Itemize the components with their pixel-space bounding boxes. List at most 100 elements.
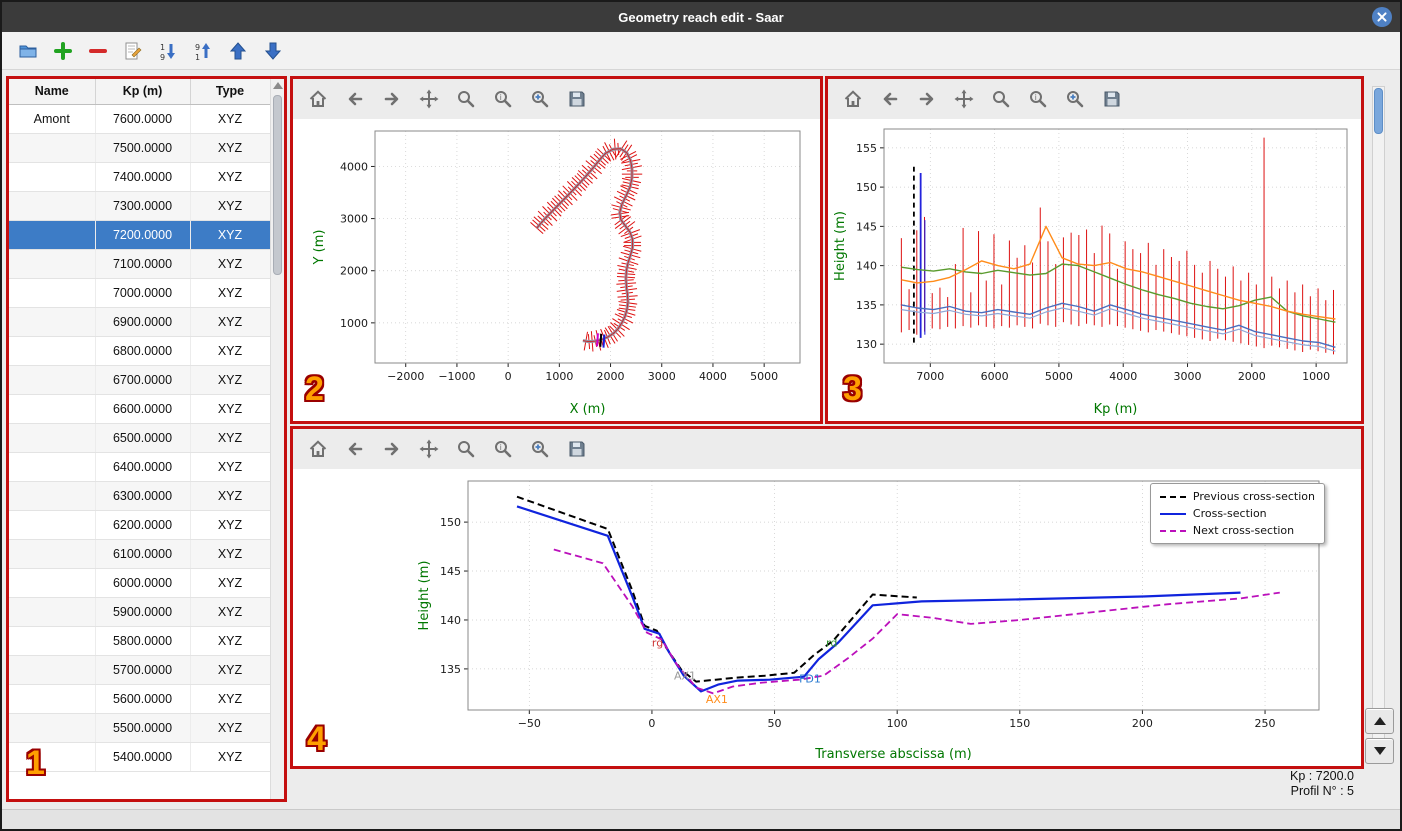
home-button[interactable]	[305, 436, 331, 462]
table-row[interactable]: 5600.0000 XYZ	[9, 684, 271, 714]
table-row[interactable]: 5800.0000 XYZ	[9, 626, 271, 656]
table-scrollbar-thumb[interactable]	[273, 95, 282, 275]
table-row[interactable]: Amont 7600.0000 XYZ	[9, 104, 271, 134]
table-row[interactable]: 7000.0000 XYZ	[9, 278, 271, 308]
zoom-plus-button[interactable]	[527, 86, 553, 112]
forward-button[interactable]	[379, 86, 405, 112]
table-cell: 7300.0000	[95, 191, 191, 221]
remove-icon	[88, 41, 108, 61]
sort-descending-button[interactable]: 91	[189, 37, 217, 65]
table-cell: XYZ	[190, 220, 271, 250]
table-cell: 6000.0000	[95, 568, 191, 598]
previous-profile-button[interactable]	[1365, 708, 1394, 734]
zoom-plus-button[interactable]	[1062, 86, 1088, 112]
plan-view-canvas[interactable]: −2000 −1000 0 1000 2000 3000 4000 5000 1000 2000 3…	[293, 119, 820, 421]
pan-button[interactable]	[951, 86, 977, 112]
svg-text:150: 150	[856, 181, 877, 194]
table-row[interactable]: 7100.0000 XYZ	[9, 249, 271, 279]
back-button[interactable]	[342, 86, 368, 112]
table-row[interactable]: 6700.0000 XYZ	[9, 365, 271, 395]
zoom-info-button[interactable]: i	[1025, 86, 1051, 112]
save-button[interactable]	[564, 86, 590, 112]
column-header[interactable]: Name	[9, 79, 96, 105]
forward-button[interactable]	[914, 86, 940, 112]
move-up-icon	[228, 41, 248, 61]
table-scrollbar[interactable]	[270, 79, 284, 799]
save-button[interactable]	[1099, 86, 1125, 112]
pan-button[interactable]	[416, 86, 442, 112]
svg-text:rg: rg	[652, 636, 663, 649]
legend-entry: Next cross-section	[1159, 522, 1315, 539]
table-cell	[9, 220, 96, 250]
move-down-button[interactable]	[259, 37, 287, 65]
table-cell: XYZ	[190, 742, 271, 772]
save-icon	[567, 89, 587, 109]
zoom-button[interactable]	[453, 86, 479, 112]
svg-text:Kp (m): Kp (m)	[1094, 402, 1138, 417]
back-button[interactable]	[342, 436, 368, 462]
svg-text:135: 135	[440, 663, 461, 676]
table-row[interactable]: 6600.0000 XYZ	[9, 394, 271, 424]
sort-ascending-button[interactable]: 19	[154, 37, 182, 65]
svg-text:AX1: AX1	[674, 670, 696, 683]
svg-text:i: i	[500, 93, 502, 102]
table-row[interactable]: 6300.0000 XYZ	[9, 481, 271, 511]
table-row[interactable]: 7300.0000 XYZ	[9, 191, 271, 221]
table-row[interactable]: 6500.0000 XYZ	[9, 423, 271, 453]
svg-text:2000: 2000	[340, 265, 368, 278]
table-row[interactable]: 6100.0000 XYZ	[9, 539, 271, 569]
table-row[interactable]: 7200.0000 XYZ	[9, 220, 271, 250]
zoom-button[interactable]	[453, 436, 479, 462]
zoom-plus-button[interactable]	[527, 436, 553, 462]
close-button[interactable]	[1372, 7, 1392, 27]
cross-section-legend: Previous cross-section Cross-section Next …	[1149, 483, 1325, 544]
table-row[interactable]: 6800.0000 XYZ	[9, 336, 271, 366]
table-cell: 5500.0000	[95, 713, 191, 743]
forward-button[interactable]	[379, 436, 405, 462]
delete-profile-button[interactable]	[84, 37, 112, 65]
table-cell: XYZ	[190, 191, 271, 221]
annotation-number-3: 3	[843, 370, 862, 408]
table-row[interactable]: 5900.0000 XYZ	[9, 597, 271, 627]
move-up-button[interactable]	[224, 37, 252, 65]
pan-button[interactable]	[416, 436, 442, 462]
svg-text:0: 0	[505, 370, 512, 383]
home-button[interactable]	[305, 86, 331, 112]
table-row[interactable]: 6900.0000 XYZ	[9, 307, 271, 337]
column-header[interactable]: Kp (m)	[95, 79, 191, 105]
table-cell: XYZ	[190, 336, 271, 366]
next-profile-button[interactable]	[1365, 738, 1394, 764]
table-cell: XYZ	[190, 713, 271, 743]
table-row[interactable]: 6400.0000 XYZ	[9, 452, 271, 482]
table-row[interactable]: 5700.0000 XYZ	[9, 655, 271, 685]
svg-text:2000: 2000	[597, 370, 625, 383]
edit-profile-button[interactable]	[119, 37, 147, 65]
table-row[interactable]: 5500.0000 XYZ	[9, 713, 271, 743]
scroll-up-icon[interactable]	[273, 82, 283, 89]
column-header[interactable]: Type	[190, 79, 271, 105]
save-button[interactable]	[564, 436, 590, 462]
table-row[interactable]: 5400.0000 XYZ	[9, 742, 271, 772]
longitudinal-canvas[interactable]: 7000 6000 5000 4000 3000 2000 1000 130 135 140 145…	[828, 119, 1361, 421]
zoom-info-button[interactable]: i	[490, 436, 516, 462]
open-button[interactable]	[14, 37, 42, 65]
back-button[interactable]	[877, 86, 903, 112]
zoom-button[interactable]	[988, 86, 1014, 112]
table-row[interactable]: 7500.0000 XYZ	[9, 133, 271, 163]
zoom-info-icon: i	[493, 439, 513, 459]
svg-text:Height (m): Height (m)	[833, 211, 848, 281]
table-cell: 5400.0000	[95, 742, 191, 772]
home-button[interactable]	[840, 86, 866, 112]
titlebar[interactable]: Geometry reach edit - Saar	[2, 2, 1400, 32]
table-row[interactable]: 6200.0000 XYZ	[9, 510, 271, 540]
window-scrollbar[interactable]	[1372, 86, 1385, 762]
window-scrollbar-thumb[interactable]	[1374, 88, 1383, 134]
arrow-down-icon	[1373, 747, 1386, 755]
forward-icon	[382, 439, 402, 459]
table-row[interactable]: 6000.0000 XYZ	[9, 568, 271, 598]
zoom-info-button[interactable]: i	[490, 86, 516, 112]
svg-text:3000: 3000	[340, 213, 368, 226]
table-row[interactable]: 7400.0000 XYZ	[9, 162, 271, 192]
status-bar	[2, 809, 1400, 829]
add-profile-button[interactable]	[49, 37, 77, 65]
